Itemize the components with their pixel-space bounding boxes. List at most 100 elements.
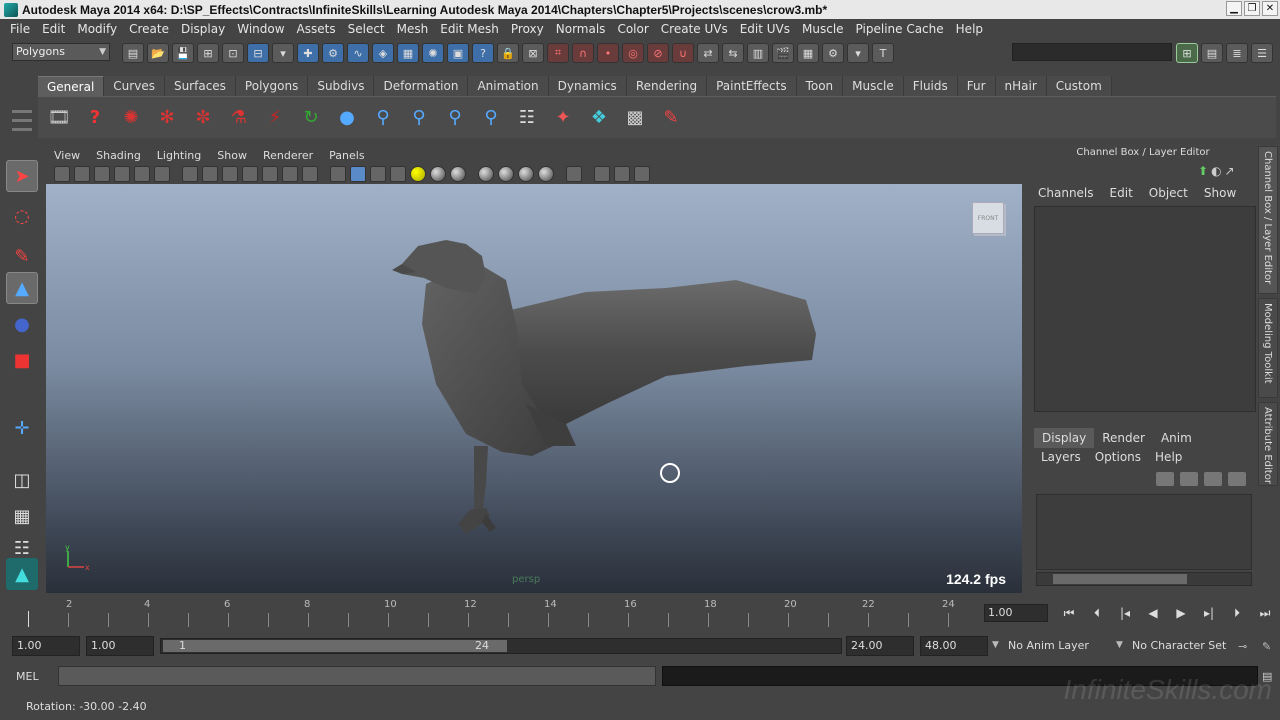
input-field-mode-icon[interactable]: T (872, 43, 894, 63)
command-language-label[interactable]: MEL (16, 670, 39, 683)
layer-tab-anim[interactable]: Anim (1153, 428, 1200, 448)
side-tab-channel-box[interactable]: Channel Box / Layer Editor (1258, 146, 1278, 294)
chevron-down-icon[interactable]: ▼ (992, 640, 999, 650)
outliner-icon[interactable]: ☷ (512, 103, 542, 133)
shelf-tab-nhair[interactable]: nHair (995, 76, 1047, 96)
snap-to-view-planes-icon[interactable]: ◎ (622, 43, 644, 63)
new-empty-layer-icon[interactable] (1204, 472, 1222, 486)
gate-mask-icon[interactable] (242, 166, 258, 182)
select-curves-icon[interactable]: ∿ (347, 43, 369, 63)
depth-of-field-icon[interactable] (518, 166, 534, 182)
motion-blur-icon[interactable] (478, 166, 494, 182)
menu-display[interactable]: Display (175, 22, 231, 36)
render-view-icon[interactable]: ▥ (747, 43, 769, 63)
menu-create[interactable]: Create (123, 22, 175, 36)
select-deformations-icon[interactable]: ▦ (397, 43, 419, 63)
move-layer-up-icon[interactable] (1156, 472, 1174, 486)
hypershade-icon[interactable]: ▾ (847, 43, 869, 63)
shelf-tab-toon[interactable]: Toon (796, 76, 844, 96)
channel-box-area[interactable] (1034, 206, 1256, 412)
make-live-icon[interactable]: ⊘ (647, 43, 669, 63)
attribute-editor-toggle-icon[interactable]: ▤ (1201, 43, 1223, 63)
go-to-end-icon[interactable]: ⏭ (1254, 604, 1276, 622)
paint-brush-icon[interactable]: ✎ (656, 103, 686, 133)
menu-muscle[interactable]: Muscle (796, 22, 850, 36)
channel-box-pin-icon[interactable]: ⬆ (1198, 164, 1208, 178)
shelf-tab-subdivs[interactable]: Subdivs (308, 76, 375, 96)
grease-pencil-icon[interactable] (154, 166, 170, 182)
safe-title-icon[interactable] (302, 166, 318, 182)
menu-edit-uvs[interactable]: Edit UVs (734, 22, 796, 36)
go-to-start-icon[interactable]: ⏮ (1058, 604, 1080, 622)
dynamics-field-icon[interactable]: ✦ (548, 103, 578, 133)
animation-preferences-icon[interactable]: ✎ (1262, 640, 1271, 653)
menu-set-dropdown[interactable]: Polygons ▼ (12, 43, 110, 61)
scrollbar-thumb[interactable] (1053, 574, 1187, 584)
bookmarks-icon[interactable] (94, 166, 110, 182)
textured-icon[interactable] (390, 166, 406, 182)
character-set-dropdown[interactable]: No Character Set (1132, 636, 1236, 656)
layer-menu-options[interactable]: Options (1088, 448, 1148, 466)
xray-joints-icon[interactable] (594, 166, 610, 182)
current-time-marker[interactable] (28, 611, 29, 627)
move-tool-icon[interactable]: ▲ (6, 272, 38, 304)
particle-icon[interactable]: ❖ (584, 103, 614, 133)
render-settings-icon[interactable]: ⚙ (822, 43, 844, 63)
close-button[interactable]: ✕ (1262, 1, 1278, 16)
chevron-down-icon[interactable]: ▼ (1116, 640, 1123, 650)
shelf-tab-polygons[interactable]: Polygons (235, 76, 309, 96)
wireframe-icon[interactable] (330, 166, 346, 182)
cb-menu-object[interactable]: Object (1141, 186, 1196, 200)
side-tab-attribute-editor[interactable]: Attribute Editor (1258, 402, 1278, 486)
hud-toggle-icon[interactable] (634, 166, 650, 182)
layer-menu-help[interactable]: Help (1148, 448, 1189, 466)
panel-menu-lighting[interactable]: Lighting (149, 149, 209, 162)
playback-end-field[interactable]: 24.00 (846, 636, 914, 656)
playback-start-field[interactable]: 1.00 (86, 636, 154, 656)
construction-history-icon[interactable]: ∪ (672, 43, 694, 63)
open-scene-icon[interactable]: 📂 (147, 43, 169, 63)
channel-box-pick-icon[interactable]: ↗ (1225, 164, 1235, 178)
menu-edit[interactable]: Edit (36, 22, 71, 36)
menu-create-uvs[interactable]: Create UVs (655, 22, 734, 36)
mask-dropdown-icon[interactable]: ▾ (272, 43, 294, 63)
lasso-tool-icon[interactable]: ◌ (6, 200, 38, 232)
four-view-layout-icon[interactable]: ▦ (6, 500, 38, 532)
layer-list-scrollbar[interactable] (1036, 572, 1252, 586)
shelf-tab-deformation[interactable]: Deformation (374, 76, 469, 96)
select-by-hierarchy-icon[interactable]: ⊞ (197, 43, 219, 63)
auto-key-icon[interactable]: ⊸ (1238, 640, 1247, 653)
range-slider-thumb[interactable] (163, 640, 507, 652)
shelf-tab-muscle[interactable]: Muscle (843, 76, 904, 96)
quick-selection-field[interactable] (1012, 43, 1172, 61)
joint-tool-icon[interactable]: ✼ (188, 103, 218, 133)
field-chart-icon[interactable] (262, 166, 278, 182)
shelf-tab-fur[interactable]: Fur (957, 76, 996, 96)
shadows-icon[interactable] (430, 166, 446, 182)
use-all-lights-icon[interactable] (410, 166, 426, 182)
film-reel-icon[interactable]: 🎞 (44, 103, 74, 133)
restore-button[interactable]: ❐ (1244, 1, 1260, 16)
menu-assets[interactable]: Assets (291, 22, 342, 36)
input-output-icon[interactable]: ⇄ (697, 43, 719, 63)
panel-menu-panels[interactable]: Panels (321, 149, 372, 162)
select-misc-icon[interactable]: ? (472, 43, 494, 63)
menu-select[interactable]: Select (342, 22, 391, 36)
layer-menu-layers[interactable]: Layers (1034, 448, 1088, 466)
step-forward-frame-icon[interactable]: ⏵ (1226, 604, 1248, 622)
film-gate-icon[interactable] (202, 166, 218, 182)
highlight-selection-icon[interactable]: ⊠ (522, 43, 544, 63)
minimize-button[interactable]: ▁ (1226, 1, 1242, 16)
panel-menu-shading[interactable]: Shading (88, 149, 149, 162)
shelf-tab-curves[interactable]: Curves (104, 76, 165, 96)
rotate-tool-icon[interactable]: ● (6, 308, 38, 340)
menu-color[interactable]: Color (611, 22, 654, 36)
select-by-object-icon[interactable]: ⊡ (222, 43, 244, 63)
unparent-icon[interactable]: ⚲ (476, 103, 506, 133)
snap-to-points-icon[interactable]: • (597, 43, 619, 63)
shelf-tab-general[interactable]: General (38, 76, 105, 96)
grid-icon[interactable] (182, 166, 198, 182)
menu-file[interactable]: File (4, 22, 36, 36)
menu-window[interactable]: Window (231, 22, 290, 36)
time-slider[interactable]: 2 4 6 8 10 12 14 16 18 20 22 24 (12, 597, 972, 631)
